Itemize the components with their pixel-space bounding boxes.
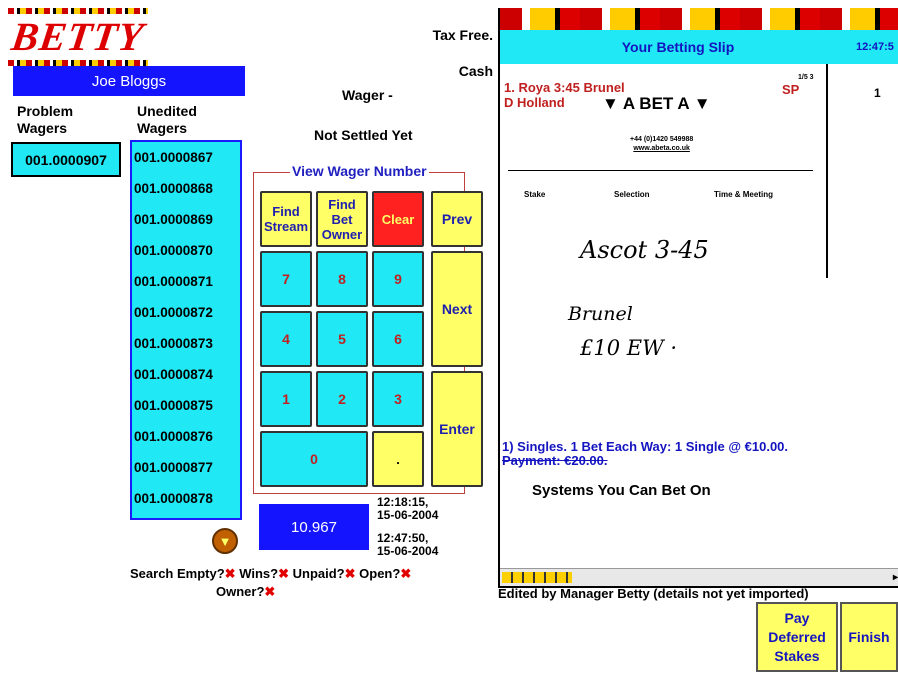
slip-phone: +44 (0)1420 549988 [630, 136, 694, 143]
digit-7-button[interactable]: 7 [260, 251, 312, 307]
problem-wager-item[interactable]: 001.0000907 [11, 142, 121, 177]
list-item[interactable]: 001.0000868 [132, 173, 240, 204]
digit-0-button[interactable]: 0 [260, 431, 368, 487]
user-name-bar: Joe Bloggs [13, 66, 245, 96]
wager-number-keypad: View Wager Number Find Stream Find Bet O… [253, 163, 483, 494]
unedited-wagers-list[interactable]: 001.0000867 001.0000868 001.0000869 001.… [130, 140, 242, 520]
owner-filter[interactable]: Owner? [216, 584, 264, 599]
slip-col-time-meeting: Time & Meeting [714, 190, 773, 199]
slip-payment: Payment: €20.00. [502, 453, 608, 468]
wager-label: Wager - [342, 87, 393, 103]
handwritten-selection: Brunel [568, 303, 633, 325]
list-item[interactable]: 001.0000870 [132, 235, 240, 266]
list-item[interactable]: 001.0000867 [132, 142, 240, 173]
slip-divider [826, 64, 828, 278]
keypad-legend: View Wager Number [290, 163, 429, 179]
list-item[interactable]: 001.0000873 [132, 328, 240, 359]
slip-col-selection: Selection [614, 190, 650, 199]
digit-1-button[interactable]: 1 [260, 371, 312, 427]
close-icon[interactable]: ✖ [225, 566, 236, 581]
settlement-status-label: Not Settled Yet [314, 127, 413, 143]
scroll-down-icon[interactable]: ▼ [212, 528, 238, 554]
find-bet-owner-button[interactable]: Find Bet Owner [316, 191, 368, 247]
digit-8-button[interactable]: 8 [316, 251, 368, 307]
close-icon[interactable]: ✖ [264, 584, 275, 599]
slip-bet-summary: 1) Singles. 1 Bet Each Way: 1 Single @ €… [502, 439, 789, 454]
digit-6-button[interactable]: 6 [372, 311, 424, 367]
slip-count: 1 [874, 86, 881, 100]
slip-price: SP [782, 82, 800, 97]
betting-slip-panel: Your Betting Slip 12:47:5 1. Roya 3:45 B… [498, 8, 898, 588]
decimal-point-button[interactable]: . [372, 431, 424, 487]
page-nav-icon[interactable] [502, 572, 572, 583]
unedited-wagers-heading: Unedited Wagers [137, 103, 197, 136]
handwritten-stake: £10 EW · [580, 336, 678, 360]
slip-summary: 1) Singles. 1 Bet Each Way: 1 Single @ €… [502, 440, 898, 468]
edited-note: Edited by Manager Betty (details not yet… [498, 586, 809, 601]
cash-label: Cash [458, 63, 493, 79]
list-item[interactable]: 001.0000875 [132, 390, 240, 421]
list-item[interactable]: 001.0000878 [132, 483, 240, 514]
digit-5-button[interactable]: 5 [316, 311, 368, 367]
slip-rule [508, 170, 813, 171]
scroll-right-icon[interactable]: ▸ [893, 572, 898, 583]
betty-logo: BETTY [8, 8, 148, 66]
digit-9-button[interactable]: 9 [372, 251, 424, 307]
tax-status-label: Tax Free. [432, 27, 493, 43]
wager-counter-display: 10.967 [259, 504, 369, 550]
logo-text: BETTY [8, 14, 147, 59]
close-icon[interactable]: ✖ [345, 566, 356, 581]
next-button[interactable]: Next [431, 251, 483, 367]
slip-contact: +44 (0)1420 549988 www.abeta.co.uk [630, 135, 693, 153]
slip-horizontal-scrollbar[interactable]: ▸ [500, 568, 898, 586]
unpaid-filter[interactable]: Unpaid? [293, 566, 345, 581]
slip-time: 12:47:5 [856, 41, 894, 53]
slip-systems-heading: Systems You Can Bet On [532, 482, 711, 499]
digit-2-button[interactable]: 2 [316, 371, 368, 427]
slip-race-line: 1. Roya 3:45 Brunel [504, 80, 625, 95]
slip-title: Your Betting Slip [621, 39, 735, 55]
list-item[interactable]: 001.0000874 [132, 359, 240, 390]
handwritten-meeting: Ascot 3-45 [580, 236, 709, 264]
finish-button[interactable]: Finish [840, 602, 898, 672]
enter-button[interactable]: Enter [431, 371, 483, 487]
list-item[interactable]: 001.0000869 [132, 204, 240, 235]
prev-button[interactable]: Prev [431, 191, 483, 247]
open-filter[interactable]: Open? [359, 566, 400, 581]
list-item[interactable]: 001.0000877 [132, 452, 240, 483]
wins-filter[interactable]: Wins? [239, 566, 278, 581]
slip-banner [500, 8, 898, 30]
owner-filter-row: Owner?✖ [216, 584, 275, 600]
close-icon[interactable]: ✖ [278, 566, 289, 581]
find-stream-button[interactable]: Find Stream [260, 191, 312, 247]
list-item[interactable]: 001.0000876 [132, 421, 240, 452]
clear-button[interactable]: Clear [372, 191, 424, 247]
slip-page-index: 1/5 3 [798, 74, 814, 81]
digit-4-button[interactable]: 4 [260, 311, 312, 367]
list-item[interactable]: 001.0000872 [132, 297, 240, 328]
filters-row: Search Empty?✖ Wins?✖ Unpaid?✖ Open?✖ [130, 566, 411, 582]
list-item[interactable]: 001.0000871 [132, 266, 240, 297]
problem-wagers-heading: Problem Wagers [17, 103, 74, 136]
slip-col-stake: Stake [524, 190, 546, 199]
timestamp-created: 12:18:15, 15-06-2004 [377, 495, 439, 522]
pay-deferred-stakes-button[interactable]: Pay Deferred Stakes [756, 602, 838, 672]
slip-brand: ▼ A BET A ▼ [602, 94, 711, 113]
digit-3-button[interactable]: 3 [372, 371, 424, 427]
search-empty-filter[interactable]: Search Empty? [130, 566, 225, 581]
slip-website: www.abeta.co.uk [633, 145, 690, 152]
close-icon[interactable]: ✖ [400, 566, 411, 581]
slip-header: Your Betting Slip 12:47:5 [500, 30, 898, 64]
timestamp-edited: 12:47:50, 15-06-2004 [377, 531, 439, 558]
